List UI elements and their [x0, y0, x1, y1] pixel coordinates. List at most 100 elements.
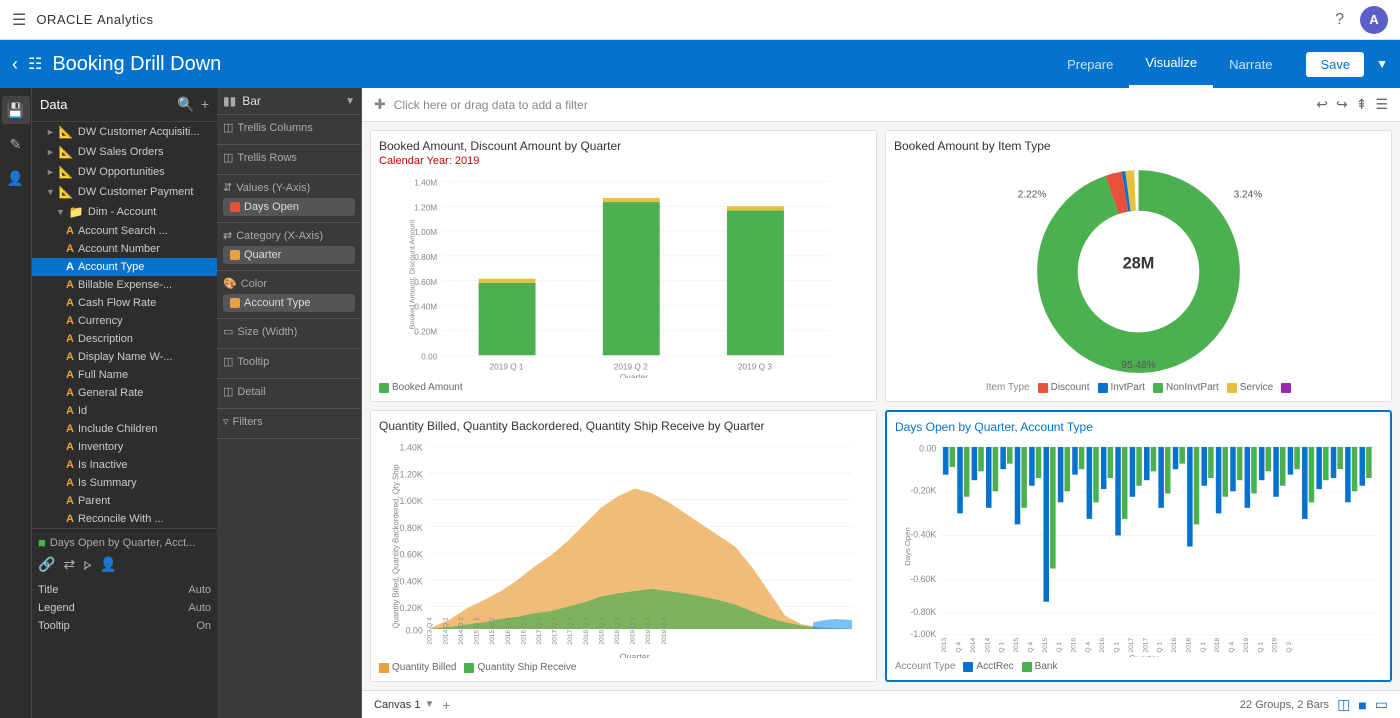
donut-chart-legend: Item Type Discount InvtPart NonInvtPart — [894, 382, 1383, 393]
swap-icon[interactable]: ⇄ — [63, 556, 75, 573]
tree-item-cashflow[interactable]: A Cash Flow Rate — [32, 294, 217, 312]
svg-text:2019 Q 2: 2019 Q 2 — [645, 617, 652, 645]
search-icon[interactable]: 🔍 — [177, 96, 194, 113]
tree-item-dw-customer[interactable]: ► 📐 DW Customer Acquisiti... — [32, 122, 217, 142]
svg-text:0.40K: 0.40K — [400, 576, 423, 586]
chart-settings-icon[interactable]: ■ — [1358, 697, 1366, 713]
tree-item-is-summary[interactable]: A Is Summary — [32, 474, 217, 492]
top-nav: ☰ ORACLE Analytics ? A — [0, 0, 1400, 40]
svg-text:2014: 2014 — [984, 638, 991, 653]
help-icon[interactable]: ? — [1335, 11, 1344, 29]
svg-text:Quarter: Quarter — [620, 652, 650, 658]
legend-discount: Discount — [1038, 382, 1090, 393]
tree-item-account-type[interactable]: A Account Type — [32, 258, 217, 276]
grammar-trellis-rows: ◫ Trellis Rows — [217, 145, 361, 175]
menu-icon[interactable]: ☰ — [1375, 96, 1388, 113]
chart-type-icon[interactable]: ◫ — [1337, 696, 1350, 713]
days-open-chip[interactable]: Days Open — [223, 198, 355, 216]
quantity-chart-body: 1.40K 1.20K 1.00K 0.80K 0.60K 0.40K 0.20… — [379, 435, 868, 658]
save-dropdown-arrow[interactable]: ▼ — [1376, 57, 1388, 71]
tree-item-fullname[interactable]: A Full Name — [32, 366, 217, 384]
tree-item-description[interactable]: A Description — [32, 330, 217, 348]
sidebar-icon-people[interactable]: 👤 — [2, 164, 30, 192]
tree-item-dim-account[interactable]: ▼ 📁 Dim - Account — [32, 202, 217, 222]
undo-icon[interactable]: ↩ — [1316, 96, 1328, 113]
tree-item-dw-opp[interactable]: ► 📐 DW Opportunities — [32, 162, 217, 182]
svg-text:-0.40K: -0.40K — [910, 530, 936, 540]
data-panel-actions: 🔍 + — [177, 96, 209, 113]
person-icon[interactable]: 👤 — [100, 556, 117, 573]
main-layout: 💾 ✎ 👤 Data 🔍 + ► 📐 DW Customer Acquisiti… — [0, 88, 1400, 718]
svg-text:0.40M: 0.40M — [414, 303, 437, 312]
oracle-logo: ORACLE Analytics — [36, 12, 153, 27]
svg-text:Q 1: Q 1 — [1257, 642, 1264, 653]
sidebar-icon-data[interactable]: 💾 — [2, 96, 30, 124]
tree-item-is-inactive[interactable]: A Is Inactive — [32, 456, 217, 474]
tree-item-id[interactable]: A Id — [32, 402, 217, 420]
add-data-button[interactable]: + — [201, 96, 209, 113]
quarter-chip[interactable]: Quarter — [223, 246, 355, 264]
booked-chart-body: 1.40M 1.20M 1.00M 0.80M 0.60M 0.40M 0.20… — [379, 171, 868, 378]
svg-text:1.00K: 1.00K — [400, 496, 423, 506]
tab-narrate[interactable]: Narrate — [1213, 40, 1288, 88]
redo-icon[interactable]: ↪ — [1336, 96, 1348, 113]
quantity-chart-legend: Quantity Billed Quantity Ship Receive — [379, 662, 868, 673]
tree-item-currency[interactable]: A Currency — [32, 312, 217, 330]
back-button[interactable]: ‹ — [12, 54, 18, 75]
svg-text:Q 1: Q 1 — [1056, 642, 1063, 653]
tree-item-parent[interactable]: A Parent — [32, 492, 217, 510]
tree-item-dw-payment[interactable]: ▼ 📐 DW Customer Payment — [32, 182, 217, 202]
tree-item-billable[interactable]: A Billable Expense-... — [32, 276, 217, 294]
svg-text:0.00: 0.00 — [421, 352, 437, 361]
user-avatar[interactable]: A — [1360, 6, 1388, 34]
svg-text:1.40M: 1.40M — [414, 178, 437, 187]
add-canvas-button[interactable]: + — [442, 697, 450, 713]
grammar-color: 🎨 Color Account Type — [217, 271, 361, 319]
tree-item-general-rate[interactable]: A General Rate — [32, 384, 217, 402]
svg-text:-1.00K: -1.00K — [910, 629, 936, 639]
svg-text:2013: 2013 — [941, 638, 948, 653]
svg-text:2019 Q 3: 2019 Q 3 — [661, 617, 668, 645]
link-icon[interactable]: 🔗 — [38, 556, 55, 573]
svg-text:0.00: 0.00 — [919, 443, 936, 453]
tree-item-account-number[interactable]: A Account Number — [32, 240, 217, 258]
svg-text:2019: 2019 — [1243, 638, 1250, 653]
booked-chart-subtitle: Calendar Year: 2019 — [379, 155, 868, 167]
svg-text:Quarter: Quarter — [620, 373, 648, 378]
bottom-panel-icons: 🔗 ⇄ ⦠ 👤 — [38, 556, 211, 573]
svg-text:2018: 2018 — [1171, 638, 1178, 653]
tree-item-display-name[interactable]: A Display Name W-... — [32, 348, 217, 366]
svg-text:2017 Q 1: 2017 Q 1 — [536, 617, 543, 645]
account-type-chip[interactable]: Account Type — [223, 294, 355, 312]
svg-text:1.40K: 1.40K — [400, 443, 423, 453]
canvas-tab[interactable]: Canvas 1 ▼ — [374, 699, 434, 711]
tree-item-dw-sales[interactable]: ► 📐 DW Sales Orders — [32, 142, 217, 162]
filter-bar: ✚ Click here or drag data to add a filte… — [362, 88, 1400, 122]
grid-icon[interactable]: ⦠ — [83, 556, 91, 573]
filter-placeholder[interactable]: Click here or drag data to add a filter — [394, 98, 588, 112]
svg-text:1.00M: 1.00M — [414, 228, 437, 237]
svg-text:Q 3: Q 3 — [1286, 642, 1293, 653]
header-bar: ‹ ☷ Booking Drill Down Prepare Visualize… — [0, 40, 1400, 88]
tab-prepare[interactable]: Prepare — [1051, 40, 1129, 88]
chart-type-selector[interactable]: ▮▮ Bar ▼ — [217, 88, 361, 115]
save-button[interactable]: Save — [1306, 52, 1364, 77]
tab-visualize[interactable]: Visualize — [1129, 40, 1213, 88]
svg-text:0.80K: 0.80K — [400, 523, 423, 533]
hamburger-menu[interactable]: ☰ — [12, 10, 26, 30]
quantity-chart: Quantity Billed, Quantity Backordered, Q… — [370, 410, 877, 682]
svg-text:2014: 2014 — [970, 638, 977, 653]
chart-fullscreen-icon[interactable]: ▭ — [1375, 696, 1388, 713]
tree-item-reconcile[interactable]: A Reconcile With ... — [32, 510, 217, 528]
sidebar-icon-viz[interactable]: ✎ — [2, 130, 30, 158]
share-icon[interactable]: ⇞ — [1356, 96, 1368, 113]
grammar-tooltip: ◫ Tooltip — [217, 349, 361, 379]
tree-item-account-search[interactable]: A Account Search ... — [32, 222, 217, 240]
tree-item-inventory[interactable]: A Inventory — [32, 438, 217, 456]
donut-chart-body: 28M 2.22% 3.24% 95.48% — [894, 155, 1383, 378]
tree-item-include-children[interactable]: A Include Children — [32, 420, 217, 438]
svg-text:0.00: 0.00 — [405, 625, 422, 635]
quantity-chart-title: Quantity Billed, Quantity Backordered, Q… — [379, 419, 868, 433]
svg-text:95.48%: 95.48% — [1121, 360, 1155, 371]
tooltip-row: Tooltip On — [38, 617, 211, 635]
